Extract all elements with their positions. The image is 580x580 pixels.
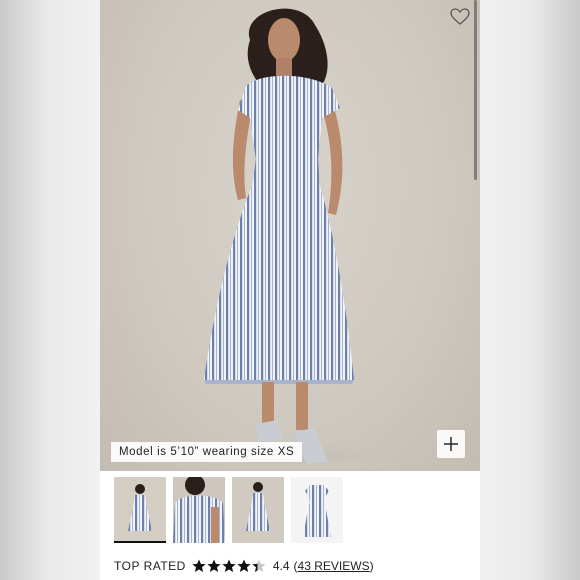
- heart-icon[interactable]: [450, 8, 470, 26]
- top-rated-label: TOP RATED: [114, 559, 186, 573]
- model-size-caption: Model is 5’10” wearing size XS: [111, 442, 303, 462]
- scrollbar[interactable]: [474, 0, 477, 180]
- thumbnail-flat-lay[interactable]: [291, 477, 343, 543]
- stars-icon: [192, 559, 266, 572]
- thumbnail-full-back[interactable]: [232, 477, 284, 543]
- thumbnail-strip: [100, 477, 480, 543]
- plus-icon: [444, 437, 458, 451]
- rating-value: 4.4: [272, 559, 290, 573]
- thumbnail-full-front[interactable]: [114, 477, 166, 543]
- product-page: Model is 5’10” wearing size XS TOP RATED…: [100, 0, 480, 580]
- reviews-link[interactable]: 43 REVIEWS: [298, 559, 370, 573]
- model-photo: [200, 8, 380, 467]
- star-rating: [192, 559, 267, 573]
- zoom-button[interactable]: [437, 430, 465, 458]
- reviews-close-paren: ): [369, 559, 374, 573]
- product-hero-image[interactable]: Model is 5’10” wearing size XS: [100, 0, 480, 471]
- thumbnail-detail-shoulder[interactable]: [173, 477, 225, 543]
- rating-row: TOP RATED 4.4 ( 43 REVIEWS ): [114, 557, 474, 575]
